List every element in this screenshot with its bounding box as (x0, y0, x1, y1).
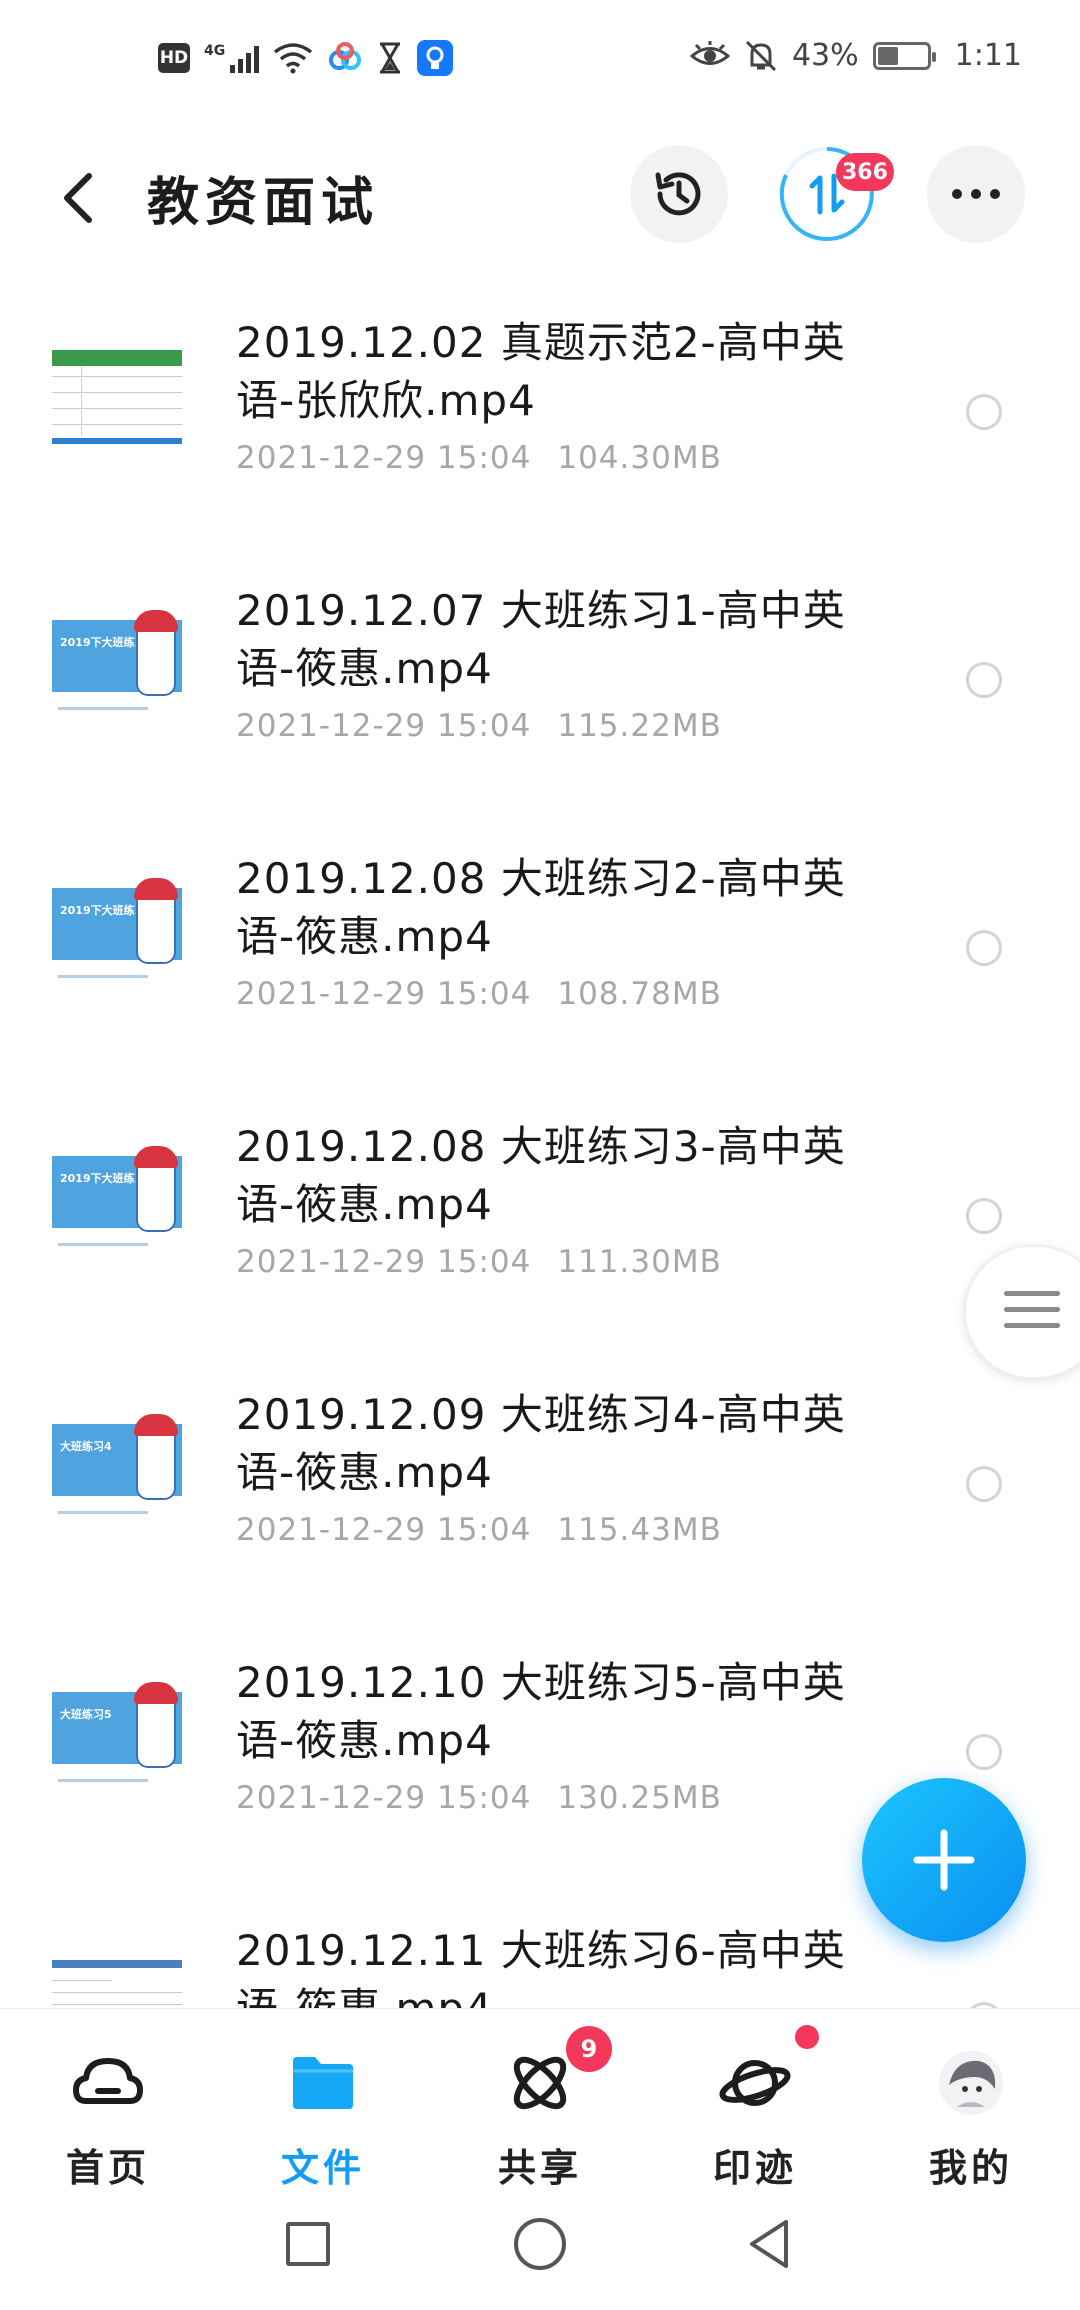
file-meta: 2021-12-29 15:04 115.22MB (236, 708, 722, 744)
transfer-count-badge: 366 (836, 153, 894, 191)
mute-bell-icon (745, 40, 776, 71)
slide-title: 大班练习4 (60, 1440, 112, 1453)
file-date: 2021-12-29 15:04 (236, 1512, 532, 1548)
file-date: 2021-12-29 15:04 (236, 976, 532, 1012)
file-date: 2021-12-29 15:04 (236, 1780, 532, 1816)
tab-home[interactable]: 首页 (33, 2027, 183, 2190)
tab-files[interactable]: 文件 (248, 2027, 398, 2190)
bulb-app-icon (417, 40, 454, 76)
file-meta: 2021-12-29 15:04 115.43MB (236, 1512, 722, 1548)
file-size: 115.43MB (557, 1512, 722, 1548)
more-dots-icon (952, 189, 1000, 199)
add-button[interactable] (862, 1778, 1026, 1942)
select-radio[interactable] (966, 394, 1002, 430)
status-bar: HD 4G 43% 1:11 (0, 0, 1080, 120)
file-name: 2019.12.07 大班练习1-高中英语-筱惠.mp4 (236, 586, 846, 693)
plus-icon (913, 1829, 975, 1891)
file-item[interactable]: 2019下大班练习1 2019.12.07 大班练习1-高中英语-筱惠.mp4 … (0, 538, 1080, 806)
file-size: 130.25MB (557, 1780, 722, 1816)
cloud-home-icon (73, 2058, 143, 2104)
bottom-tab-bar: 首页 文件 共享 印迹 我的 (0, 2008, 1080, 2190)
slide-title: 大班练习5 (60, 1708, 112, 1721)
recent-apps-button[interactable] (286, 2222, 330, 2266)
signal-icon: 4G (204, 43, 260, 73)
tab-label: 印迹 (712, 2146, 797, 2190)
clock: 1:11 (954, 38, 1022, 73)
menu-lines-icon (1004, 1291, 1060, 1339)
page-title: 教资面试 (147, 173, 380, 233)
file-name: 2019.12.11 大班练习6-高中英语-筱惠.mp4 (236, 1926, 846, 2010)
tab-me[interactable]: 我的 (896, 2027, 1046, 2190)
select-radio[interactable] (966, 1466, 1002, 1502)
back-arrow-icon[interactable] (55, 168, 105, 228)
select-radio[interactable] (966, 1734, 1002, 1770)
share-badge: 9 (566, 2026, 612, 2072)
eye-icon (689, 40, 730, 65)
file-meta: 2021-12-29 15:04 130.25MB (236, 1780, 722, 1816)
file-name: 2019.12.02 真题示范2-高中英语-张欣欣.mp4 (236, 318, 846, 425)
tab-label: 共享 (497, 2146, 582, 2190)
file-item[interactable]: 2019.12.02 真题示范2-高中英语-张欣欣.mp4 2021-12-29… (0, 270, 1080, 538)
file-size: 104.30MB (557, 440, 722, 476)
video-thumbnail (52, 1950, 182, 2010)
back-button[interactable] (742, 2216, 798, 2272)
tab-imprint[interactable]: 印迹 (680, 2027, 830, 2190)
file-list: 2019.12.02 真题示范2-高中英语-张欣欣.mp4 2021-12-29… (0, 270, 1080, 2010)
system-nav-bar (0, 2190, 1080, 2310)
file-size: 115.22MB (557, 708, 722, 744)
share-atom-icon (513, 2056, 567, 2110)
select-radio[interactable] (966, 930, 1002, 966)
file-size: 108.78MB (557, 976, 722, 1012)
video-thumbnail (52, 342, 182, 460)
video-thumbnail: 大班练习5 (52, 1682, 182, 1800)
file-name: 2019.12.08 大班练习2-高中英语-筱惠.mp4 (236, 854, 846, 961)
folder-icon (293, 2057, 353, 2109)
file-name: 2019.12.10 大班练习5-高中英语-筱惠.mp4 (236, 1658, 846, 1765)
file-size: 111.30MB (557, 1244, 722, 1280)
hourglass-icon (380, 42, 401, 74)
tab-label: 文件 (280, 2146, 365, 2190)
baidu-netdisk-icon (329, 42, 362, 70)
avatar (939, 2051, 1003, 2115)
file-meta: 2021-12-29 15:04 108.78MB (236, 976, 722, 1012)
file-item[interactable]: 2019下大班练习3 2019.12.08 大班练习3-高中英语-筱惠.mp4 … (0, 1074, 1080, 1342)
home-button[interactable] (514, 2218, 566, 2270)
select-radio[interactable] (966, 1198, 1002, 1234)
file-item[interactable]: 2019下大班练习2 2019.12.08 大班练习2-高中英语-筱惠.mp4 … (0, 806, 1080, 1074)
video-thumbnail: 2019下大班练习1 (52, 610, 182, 728)
file-name: 2019.12.09 大班练习4-高中英语-筱惠.mp4 (236, 1390, 846, 1497)
file-meta: 2021-12-29 15:04 111.30MB (236, 1244, 722, 1280)
history-icon (655, 172, 701, 216)
select-radio[interactable] (966, 662, 1002, 698)
tab-label: 我的 (928, 2146, 1013, 2190)
battery-percent: 43% (791, 38, 859, 73)
video-thumbnail: 2019下大班练习3 (52, 1146, 182, 1264)
history-button[interactable] (630, 145, 728, 243)
top-app-bar: 教资面试 (0, 140, 1080, 250)
network-type: 4G (204, 43, 226, 59)
wifi-icon (274, 43, 313, 74)
file-date: 2021-12-29 15:04 (236, 708, 532, 744)
file-date: 2021-12-29 15:04 (236, 440, 532, 476)
video-thumbnail: 大班练习4 (52, 1414, 182, 1532)
file-date: 2021-12-29 15:04 (236, 1244, 532, 1280)
file-meta: 2021-12-29 15:04 104.30MB (236, 440, 722, 476)
hd-icon: HD (158, 43, 190, 73)
video-thumbnail: 2019下大班练习2 (52, 878, 182, 996)
imprint-notification-dot (795, 2025, 819, 2049)
file-name: 2019.12.08 大班练习3-高中英语-筱惠.mp4 (236, 1122, 846, 1229)
tab-label: 首页 (65, 2146, 150, 2190)
planet-icon (719, 2060, 791, 2106)
battery-icon (872, 41, 936, 70)
more-button[interactable] (927, 145, 1025, 243)
file-item[interactable]: 大班练习4 2019.12.09 大班练习4-高中英语-筱惠.mp4 2021-… (0, 1342, 1080, 1610)
